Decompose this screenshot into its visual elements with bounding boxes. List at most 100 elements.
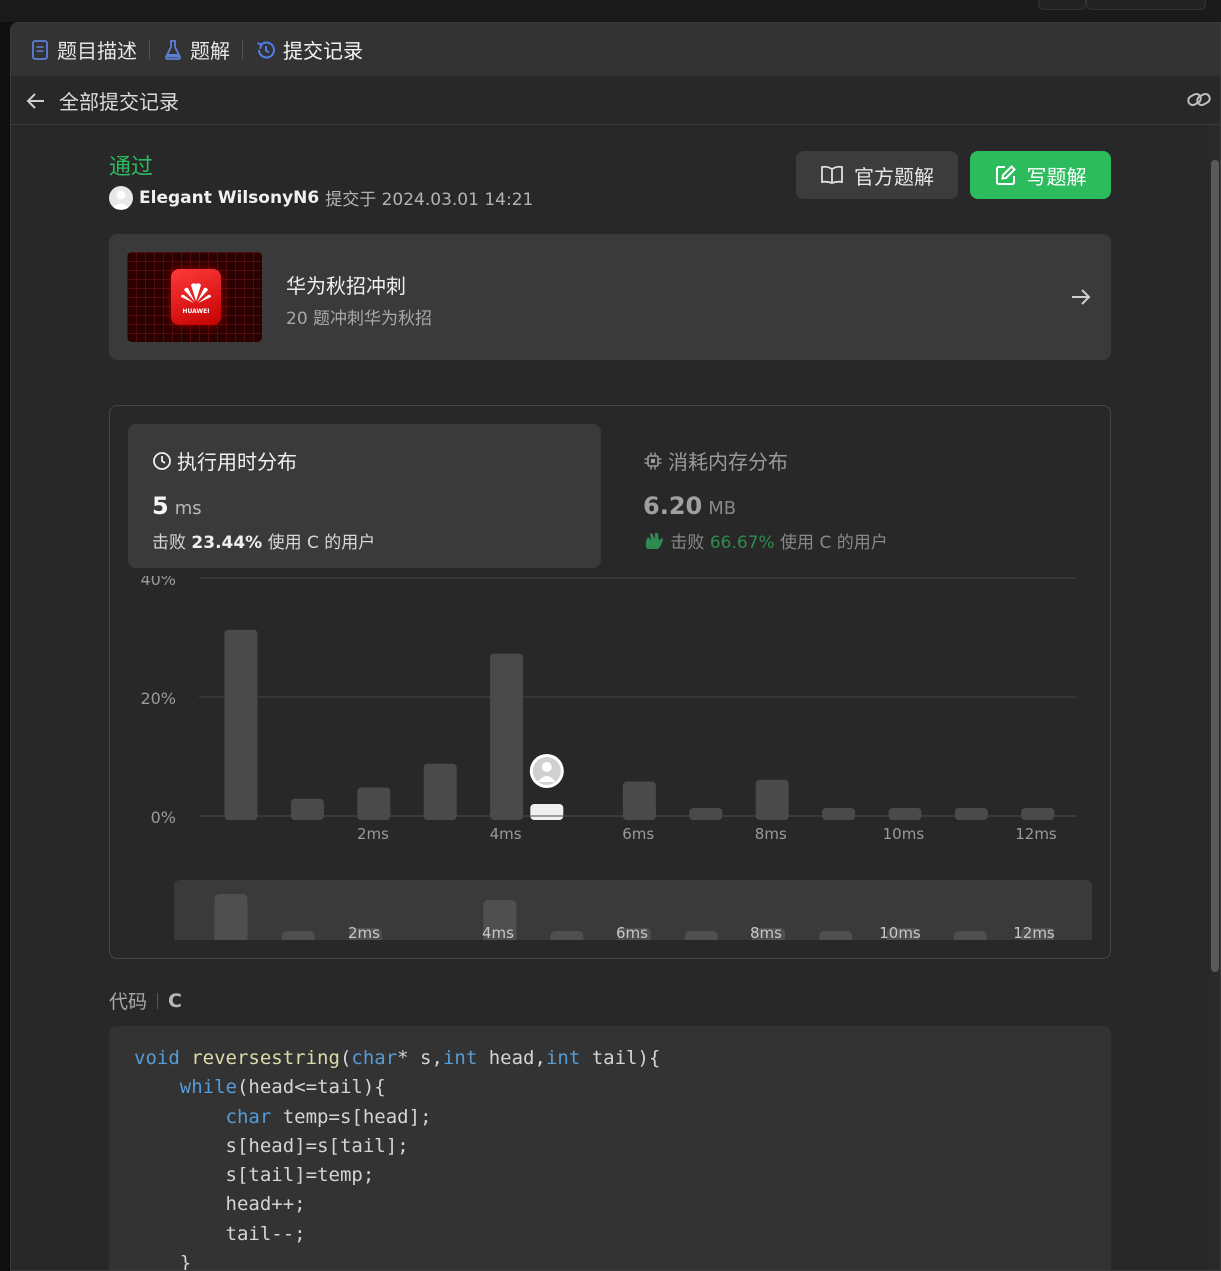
beat-suffix: 使用 C 的用户 xyxy=(267,533,376,553)
username[interactable]: Elegant WilsonyN6 xyxy=(139,188,319,208)
arrow-right-icon[interactable] xyxy=(1069,285,1093,309)
mini-bar xyxy=(281,931,315,940)
tab-label: 题目描述 xyxy=(57,39,137,63)
book-icon xyxy=(820,165,844,185)
x-tick-label: 12ms xyxy=(1015,825,1057,843)
x-tick-label: 6ms xyxy=(622,825,654,843)
memory-card[interactable]: 消耗内存分布 6.20 MB 击败 66.67% 使用 C 的用户 xyxy=(625,424,1098,568)
chart-range-selector[interactable]: 2ms 4ms 6ms 8ms 10ms 12ms xyxy=(174,880,1092,940)
back-label[interactable]: 全部提交记录 xyxy=(59,86,179,115)
top-control[interactable] xyxy=(1038,0,1086,10)
official-solution-button[interactable]: 官方题解 xyxy=(796,151,958,199)
back-arrow-icon[interactable] xyxy=(23,88,49,114)
logo-text: HUAWEI xyxy=(182,308,210,315)
runtime-number: 5 xyxy=(152,492,169,520)
x-tick-label: 4ms xyxy=(490,825,522,843)
submission-meta: Elegant WilsonyN6 提交于 2024.03.01 14:21 xyxy=(109,185,533,210)
code-line: head++; xyxy=(225,1193,306,1216)
code-line: s[head]=s[tail]; xyxy=(225,1134,409,1157)
submission-avatar-marker[interactable] xyxy=(529,754,564,788)
y-tick-label: 40% xyxy=(140,576,176,589)
code-label: 代码 xyxy=(109,991,148,1013)
chart-bar[interactable] xyxy=(490,653,524,820)
code-block[interactable]: void reversestring(char* s,int head,int … xyxy=(109,1026,1111,1271)
beat-suffix: 使用 C 的用户 xyxy=(780,533,888,553)
sub-header: 全部提交记录 xyxy=(11,77,1220,125)
huawei-logo-icon: HUAWEI xyxy=(171,269,221,325)
scrollbar-thumb[interactable] xyxy=(1211,160,1219,972)
clap-icon xyxy=(643,531,665,556)
code-language: C xyxy=(168,989,182,1012)
beat-prefix: 击败 xyxy=(670,533,705,553)
tab-label: 提交记录 xyxy=(283,39,363,63)
code-header-divider xyxy=(157,992,159,1009)
mini-bar xyxy=(214,894,248,940)
huawei-banner-image: HUAWEI xyxy=(127,252,262,342)
runtime-title: 执行用时分布 xyxy=(152,446,297,475)
tab-solutions[interactable]: 题解 xyxy=(162,35,230,64)
flask-icon xyxy=(162,39,184,61)
chart-bar[interactable] xyxy=(954,808,988,820)
memory-unit: MB xyxy=(708,498,737,519)
code-line: tail--; xyxy=(225,1222,306,1245)
chart-bar[interactable] xyxy=(689,808,723,820)
chart-bar[interactable] xyxy=(357,787,391,820)
chart-bar[interactable] xyxy=(290,798,324,820)
chip-icon xyxy=(643,451,663,471)
x-tick-label: 10ms xyxy=(883,825,925,843)
mini-x-tick-label: 10ms xyxy=(879,924,921,940)
chart-bar[interactable] xyxy=(224,629,258,820)
chart-bar[interactable] xyxy=(888,808,922,820)
mini-x-tick-label: 2ms xyxy=(348,924,380,940)
memory-value: 6.20 MB xyxy=(643,492,736,520)
mini-x-tick-label: 6ms xyxy=(616,924,648,940)
chart-bar[interactable] xyxy=(423,763,457,820)
study-plan-card[interactable]: HUAWEI 华为秋招冲刺 20 题冲刺华为秋招 xyxy=(109,234,1111,360)
chart-bar[interactable] xyxy=(822,808,856,820)
promo-title: 华为秋招冲刺 xyxy=(286,274,406,298)
mini-bar xyxy=(550,931,584,940)
write-solution-button[interactable]: 写题解 xyxy=(970,151,1111,199)
x-tick-label: 2ms xyxy=(357,825,389,843)
memory-beat-pct: 66.67% xyxy=(709,533,775,553)
runtime-card[interactable]: 执行用时分布 5 ms 击败 23.44% 使用 C 的用户 xyxy=(128,424,601,568)
mini-chart: 2ms 4ms 6ms 8ms 10ms 12ms xyxy=(214,894,1055,940)
tab-divider xyxy=(242,40,243,59)
memory-title: 消耗内存分布 xyxy=(643,446,788,475)
runtime-title-text: 执行用时分布 xyxy=(177,450,297,474)
runtime-distribution-chart: 0% 20% 40% 2ms 4ms 6ms 8ms 10ms 12ms xyxy=(140,576,1076,843)
tab-submissions[interactable]: 提交记录 xyxy=(255,35,363,64)
code-line: } xyxy=(134,1252,192,1271)
mini-bar xyxy=(953,931,987,940)
link-icon[interactable] xyxy=(1186,89,1212,113)
promo-subtitle: 20 题冲刺华为秋招 xyxy=(286,309,433,329)
beat-prefix: 击败 xyxy=(152,533,186,553)
top-control[interactable] xyxy=(1086,0,1206,10)
tab-description[interactable]: 题目描述 xyxy=(29,35,137,64)
code-line: s[tail]=temp; xyxy=(225,1164,375,1187)
memory-title-text: 消耗内存分布 xyxy=(668,450,788,474)
submitted-time: 提交于 2024.03.01 14:21 xyxy=(325,190,534,210)
y-tick-label: 0% xyxy=(151,808,176,827)
code-header: 代码 C xyxy=(109,987,182,1014)
x-tick-label: 8ms xyxy=(755,825,787,843)
chart-bar[interactable] xyxy=(1021,808,1055,820)
history-icon xyxy=(255,39,277,61)
submission-panel: 题目描述 题解 提交记录 全部提交记录 通过 Elegant WilsonyN6… xyxy=(10,22,1221,1271)
clock-icon xyxy=(152,451,172,471)
tab-label: 题解 xyxy=(190,39,230,63)
chart-bar-highlight[interactable] xyxy=(530,804,564,820)
runtime-beat-pct: 23.44% xyxy=(191,533,263,553)
performance-stats: 执行用时分布 5 ms 击败 23.44% 使用 C 的用户 消耗内存分布 6.2… xyxy=(109,405,1111,959)
runtime-beat: 击败 23.44% 使用 C 的用户 xyxy=(152,528,375,553)
avatar[interactable] xyxy=(109,185,133,210)
status-accepted: 通过 xyxy=(109,155,154,180)
mini-bar xyxy=(819,931,853,940)
chart-bar[interactable] xyxy=(755,779,789,820)
mini-x-tick-label: 8ms xyxy=(750,924,782,940)
code-line: while(head<=tail){ xyxy=(179,1076,386,1099)
chart-bar[interactable] xyxy=(622,781,656,820)
write-solution-label: 写题解 xyxy=(1026,164,1087,189)
official-solution-label: 官方题解 xyxy=(854,164,934,189)
code-line: void reversestring(char* s,int head,int … xyxy=(134,1047,661,1069)
